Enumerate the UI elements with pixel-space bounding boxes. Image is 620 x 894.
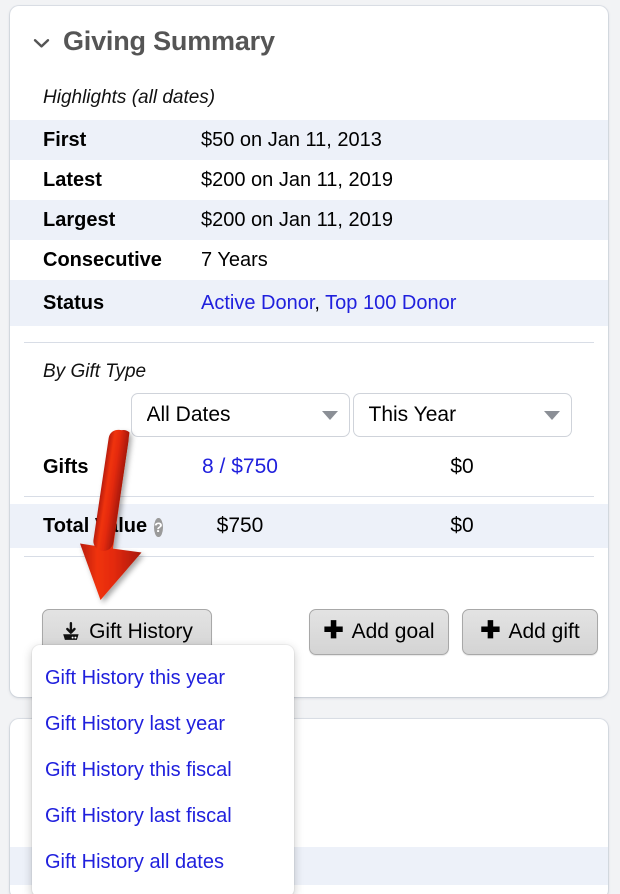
plus-icon: ✚ [480, 617, 501, 644]
gifts-left-value-cell: 8 / $750 [129, 455, 351, 479]
gifts-row-label: Gifts [43, 455, 89, 478]
highlights-heading: Highlights (all dates) [43, 87, 216, 108]
row-value: $200 on Jan 11, 2019 [201, 169, 394, 191]
add-goal-button-label: Add goal [351, 620, 435, 643]
chevron-down-icon [321, 410, 338, 420]
table-row: Consecutive 7 Years [10, 240, 608, 280]
row-label: First [10, 120, 200, 160]
gift-history-dropdown-menu[interactable]: Gift History this year Gift History last… [32, 645, 294, 894]
highlights-table: First $50 on Jan 11, 2013 Latest $200 on… [10, 120, 608, 326]
date-range-select-right-value: This Year [368, 403, 457, 426]
chevron-down-icon [543, 410, 560, 420]
question-mark-icon[interactable]: ? [154, 517, 163, 537]
section-divider [24, 496, 594, 497]
plus-icon: ✚ [323, 617, 344, 644]
menu-item-gift-history-last-year[interactable]: Gift History last year [32, 701, 294, 747]
page-title: Giving Summary [63, 26, 275, 56]
chevron-down-icon[interactable] [32, 34, 51, 53]
row-label: Largest [10, 200, 200, 240]
add-gift-button[interactable]: ✚ Add gift [462, 609, 598, 655]
section-divider [24, 342, 594, 343]
table-row-status: Status Active Donor, Top 100 Donor [10, 280, 608, 326]
row-value: $200 on Jan 11, 2019 [200, 200, 608, 240]
row-label: Status [10, 280, 200, 326]
menu-item-gift-history-last-fiscal[interactable]: Gift History last fiscal [32, 793, 294, 839]
total-value-row: Total Value ? $750 $0 [10, 504, 608, 548]
table-row: Latest $200 on Jan 11, 2019 [10, 160, 608, 200]
row-value: 7 Years [201, 249, 268, 271]
table-row: Largest $200 on Jan 11, 2019 [10, 200, 608, 240]
gift-history-button-label: Gift History [89, 620, 193, 643]
date-range-select-left[interactable]: All Dates [130, 393, 350, 437]
status-link-top-100-donor[interactable]: Top 100 Donor [325, 292, 456, 314]
menu-item-gift-history-this-year[interactable]: Gift History this year [32, 655, 294, 701]
date-range-select-right[interactable]: This Year [352, 393, 572, 437]
section-divider [24, 556, 594, 557]
status-badge: Active Donor, Top 100 Donor [200, 280, 608, 326]
gifts-row: Gifts 8 / $750 $0 [10, 445, 594, 489]
gifts-right-value: $0 [450, 455, 474, 478]
card-header: Giving Summary [10, 6, 608, 55]
total-value-label-cell: Total Value ? [10, 515, 163, 538]
row-value: $50 on Jan 11, 2013 [200, 120, 608, 160]
gifts-left-value-link[interactable]: 8 / $750 [202, 455, 278, 479]
date-range-select-left-value: All Dates [146, 403, 231, 426]
right-filter-cell: This Year [351, 393, 573, 437]
row-label: Consecutive [43, 249, 162, 271]
add-gift-button-label: Add gift [508, 620, 580, 643]
add-goal-button[interactable]: ✚ Add goal [309, 609, 449, 655]
download-icon [61, 622, 81, 642]
menu-item-gift-history-this-fiscal[interactable]: Gift History this fiscal [32, 747, 294, 793]
row-label: Latest [43, 169, 102, 191]
gift-type-filter-row: All Dates This Year [10, 393, 594, 437]
total-value-right: $0 [450, 514, 474, 537]
status-separator: , [314, 292, 320, 314]
table-row: First $50 on Jan 11, 2013 [10, 120, 608, 160]
by-gift-type-section: All Dates This Year Gifts 8 / $750 $0 [10, 393, 608, 489]
status-link-active-donor[interactable]: Active Donor [201, 292, 314, 314]
menu-item-gift-history-all-dates[interactable]: Gift History all dates [32, 839, 294, 885]
by-gift-type-heading: By Gift Type [43, 361, 147, 382]
left-filter-cell: All Dates [129, 393, 351, 437]
giving-summary-card: Giving Summary Highlights (all dates) Fi… [10, 6, 608, 697]
